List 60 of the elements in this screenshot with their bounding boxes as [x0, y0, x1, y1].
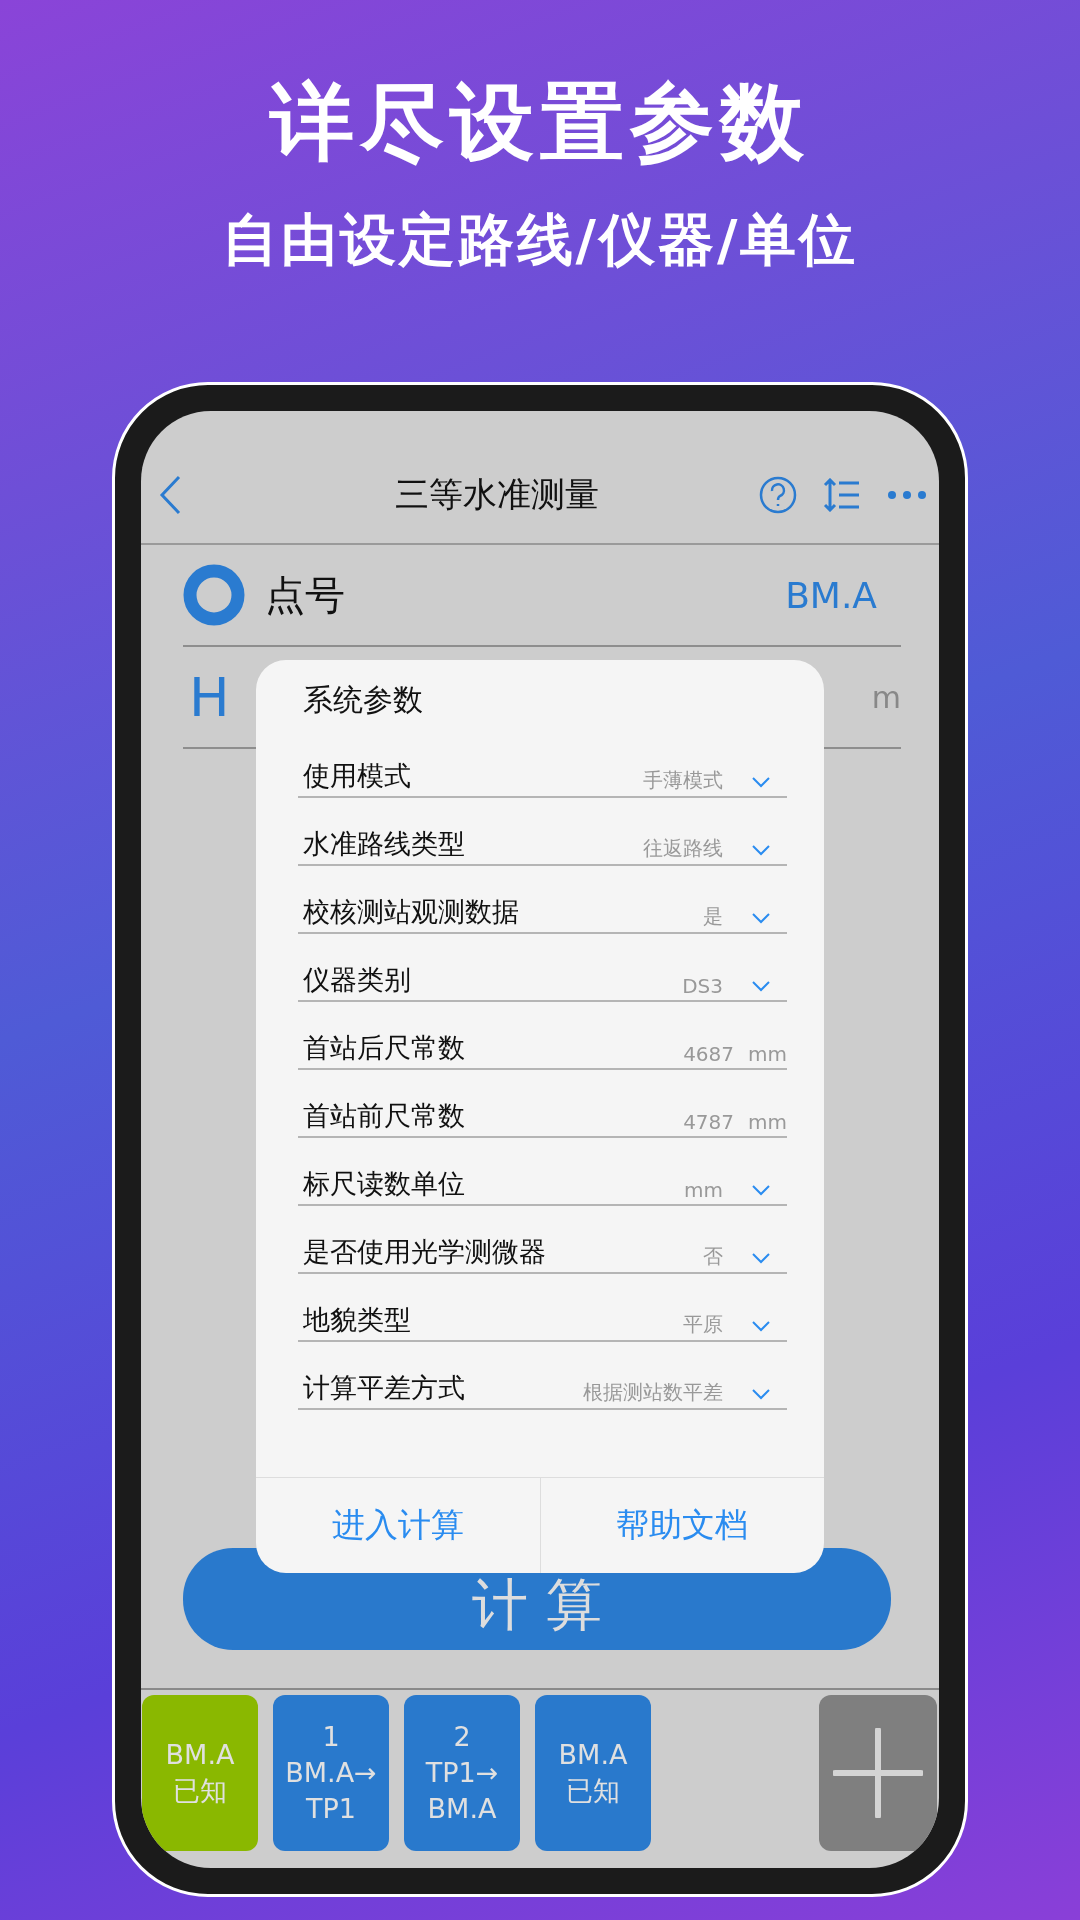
setting-label: 使用模式 — [302, 759, 412, 793]
unit-label: mm — [748, 1110, 787, 1134]
tile-text: BM.A — [165, 1738, 235, 1772]
tile-text: BM.A→ — [285, 1756, 377, 1790]
more-icon[interactable] — [887, 490, 927, 500]
chevron-down-icon — [751, 912, 771, 924]
chevron-down-icon — [751, 776, 771, 788]
setting-label: 首站后尺常数 — [302, 1031, 466, 1065]
option-value: 平原 — [683, 1311, 723, 1338]
setting-label: 水准路线类型 — [302, 827, 466, 861]
chevron-down-icon — [751, 1320, 771, 1332]
station-tile[interactable]: BM.A 已知 — [142, 1695, 258, 1851]
tile-text: 已知 — [173, 1774, 227, 1808]
option-value: 手薄模式 — [643, 767, 723, 794]
dialog-title: 系统参数 — [302, 681, 424, 719]
unit-label: m — [871, 679, 901, 715]
number-value: 4687 — [683, 1042, 735, 1066]
setting-label: 仪器类别 — [302, 963, 412, 997]
chevron-down-icon — [751, 1252, 771, 1264]
setting-label: 首站前尺常数 — [302, 1099, 466, 1133]
tile-text: TP1→ — [425, 1756, 499, 1790]
tile-text: TP1 — [306, 1792, 356, 1826]
point-value[interactable]: BM.A — [785, 574, 877, 616]
plus-icon — [833, 1728, 923, 1818]
chevron-down-icon — [751, 980, 771, 992]
tile-text: 已知 — [566, 1774, 620, 1808]
number-value: 4787 — [683, 1110, 735, 1134]
tile-text: BM.A — [427, 1792, 497, 1826]
station-tile[interactable]: BM.A 已知 — [535, 1695, 651, 1851]
headline: 详尽设置参数 — [270, 72, 810, 172]
option-value: 往返路线 — [643, 835, 723, 862]
setting-label: 校核测站观测数据 — [302, 895, 520, 929]
help-icon[interactable] — [759, 476, 797, 514]
add-button[interactable] — [819, 1695, 937, 1851]
sort-list-icon[interactable] — [823, 478, 861, 512]
setting-label: 计算平差方式 — [302, 1371, 466, 1405]
station-tile[interactable]: 2 TP1→ BM.A — [404, 1695, 520, 1851]
dialog-button[interactable]: 进入计算 — [256, 1478, 541, 1573]
setting-label: 是否使用光学测微器 — [302, 1235, 547, 1269]
setting-label: 地貌类型 — [302, 1303, 412, 1337]
chevron-down-icon — [751, 844, 771, 856]
option-value: 是 — [703, 903, 723, 930]
option-value: 根据测站数平差 — [583, 1379, 723, 1406]
chevron-down-icon — [751, 1184, 771, 1196]
tile-text: 1 — [322, 1720, 340, 1754]
field-label: 点号 — [265, 570, 346, 620]
back-icon[interactable] — [159, 475, 181, 515]
option-value: 否 — [703, 1243, 723, 1270]
unit-label: mm — [748, 1042, 787, 1066]
ring-icon — [183, 564, 245, 626]
tile-text: BM.A — [558, 1738, 628, 1772]
setting-label: 标尺读数单位 — [302, 1167, 466, 1201]
station-tile[interactable]: 1 BM.A→ TP1 — [273, 1695, 389, 1851]
option-value: DS3 — [682, 974, 723, 998]
screen-title: 三等水准测量 — [394, 473, 600, 516]
subheadline: 自由设定路线/仪器/单位 — [221, 206, 859, 274]
tile-text: 2 — [453, 1720, 471, 1754]
option-value: mm — [684, 1178, 723, 1202]
height-symbol: H — [189, 665, 230, 729]
chevron-down-icon — [751, 1388, 771, 1400]
